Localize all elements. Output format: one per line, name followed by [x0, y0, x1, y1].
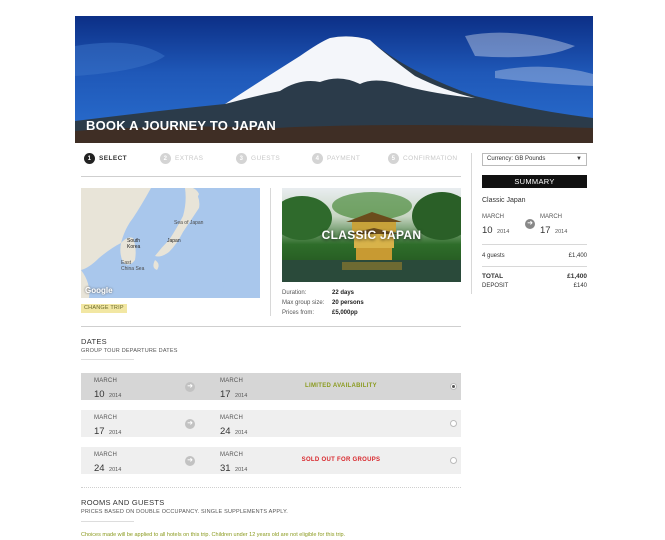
trip-title: CLASSIC JAPAN [321, 228, 422, 242]
rooms-subtitle: PRICES BASED ON DOUBLE OCCUPANCY. SINGLE… [81, 509, 289, 515]
rooms-title: ROOMS AND GUESTS [81, 498, 165, 507]
date-row[interactable]: MARCH 10 2014 ➜ MARCH 17 2014 LIMITED AV… [81, 373, 461, 400]
summary-rule [482, 266, 587, 267]
google-logo: Google [85, 286, 113, 295]
date-to: MARCH 17 2014 [220, 378, 248, 400]
date-row[interactable]: MARCH 17 2014 ➜ MARCH 24 2014 [81, 410, 461, 437]
fact-price-from: Prices from: £5,000pp [282, 310, 358, 316]
trip-image: CLASSIC JAPAN [282, 188, 461, 282]
map-label-sea-of-japan: Sea of Japan [174, 220, 204, 226]
currency-select[interactable]: Currency: GB Pounds ▼ [482, 153, 587, 166]
dates-title: DATES [81, 337, 107, 346]
step-extras[interactable]: 2 EXTRAS [160, 153, 203, 164]
summary-header: SUMMARY [482, 175, 587, 188]
dates-underline [81, 359, 134, 360]
hero-title: BOOK A JOURNEY TO JAPAN [86, 118, 277, 133]
date-to: MARCH 31 2014 [220, 452, 248, 474]
summary-date-to: MARCH 17 2014 [540, 214, 568, 236]
date-row[interactable]: MARCH 24 2014 ➜ MARCH 31 2014 SOLD OUT F… [81, 447, 461, 474]
map-label-east-china-sea: East China Sea [121, 260, 145, 272]
hero-banner: BOOK A JOURNEY TO JAPAN [75, 16, 593, 143]
change-trip-button[interactable]: CHANGE TRIP [81, 304, 127, 313]
step-select[interactable]: 1 SELECT [84, 153, 127, 164]
trip-map[interactable]: Sea of Japan South Korea Japan East Chin… [81, 188, 260, 298]
map-label-south-korea: South Korea [127, 238, 141, 250]
availability-status: SOLD OUT FOR GROUPS [301, 457, 381, 463]
date-from: MARCH 10 2014 [94, 378, 122, 400]
dates-divider [81, 326, 461, 327]
sidebar-divider [471, 153, 472, 294]
rooms-underline [81, 521, 134, 522]
arrow-right-icon: ➜ [185, 456, 195, 466]
step-payment[interactable]: 4 PAYMENT [312, 153, 360, 164]
date-from: MARCH 24 2014 [94, 452, 122, 474]
trip-facts: Duration: 22 days Max group size: 20 per… [282, 288, 461, 318]
rooms-divider [81, 487, 461, 488]
rooms-note: Choices made will be applied to all hote… [81, 532, 346, 538]
dates-subtitle: GROUP TOUR DEPARTURE DATES [81, 348, 178, 354]
summary-trip-name: Classic Japan [482, 197, 526, 204]
map-label-japan: Japan [167, 238, 181, 244]
summary-total-row: TOTAL £1,400 [482, 273, 587, 280]
steps-divider [81, 176, 461, 177]
date-radio[interactable] [450, 420, 457, 427]
availability-status: LIMITED AVAILABILITY [305, 383, 377, 389]
fact-max-group-size: Max group size: 20 persons [282, 300, 364, 306]
fact-duration: Duration: 22 days [282, 290, 355, 296]
summary-rule [482, 244, 587, 245]
summary-guests-row: 4 guests £1,400 [482, 253, 587, 259]
arrow-right-icon: ➜ [185, 419, 195, 429]
arrow-right-icon: ➜ [525, 219, 535, 229]
booking-steps: 1 SELECT 2 EXTRAS 3 GUESTS 4 PAYMENT 5 C… [82, 153, 462, 167]
step-confirmation[interactable]: 5 CONFIRMATION [388, 153, 458, 164]
date-radio[interactable] [450, 457, 457, 464]
column-divider [270, 188, 271, 316]
step-guests[interactable]: 3 GUESTS [236, 153, 280, 164]
dropdown-caret-icon: ▼ [576, 156, 582, 162]
summary-date-from: MARCH 10 2014 [482, 214, 510, 236]
summary-deposit-row: DEPOSIT £140 [482, 283, 587, 289]
date-from: MARCH 17 2014 [94, 415, 122, 437]
date-to: MARCH 24 2014 [220, 415, 248, 437]
date-radio[interactable] [450, 383, 457, 390]
arrow-right-icon: ➜ [185, 382, 195, 392]
